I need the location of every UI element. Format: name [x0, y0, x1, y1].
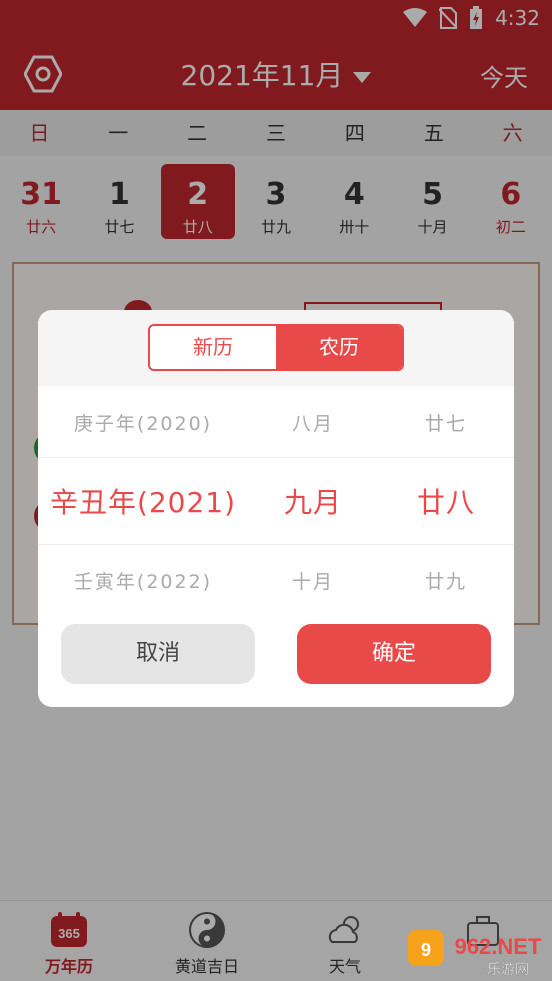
tab-solar[interactable]: 新历: [150, 326, 276, 369]
picker-day: 廿七: [424, 412, 467, 435]
svg-text:9: 9: [421, 940, 431, 960]
picker-day: 廿九: [424, 570, 467, 593]
picker-row-prev[interactable]: 庚子年(2020) 八月 廿七: [38, 396, 514, 448]
picker-year: 辛丑年(2021): [49, 486, 237, 519]
picker-month: 九月: [283, 486, 342, 519]
picker-month: 十月: [291, 570, 334, 593]
picker-year: 庚子年(2020): [73, 412, 213, 435]
picker-day: 廿八: [416, 486, 475, 519]
date-picker-wheel[interactable]: 庚子年(2020) 八月 廿七 辛丑年(2021) 九月 廿八 壬寅年(2022…: [38, 386, 514, 616]
site-watermark: 9 962.NET 乐游网: [408, 928, 548, 978]
calendar-type-bar: 新历 农历: [38, 310, 514, 386]
picker-month: 八月: [291, 412, 334, 435]
confirm-button[interactable]: 确定: [297, 624, 491, 684]
tab-lunar[interactable]: 农历: [276, 326, 402, 369]
calendar-type-toggle: 新历 农历: [148, 324, 404, 371]
picker-row-selected[interactable]: 辛丑年(2021) 九月 廿八: [38, 457, 514, 545]
watermark-text: 962.NET: [455, 934, 542, 959]
cancel-button[interactable]: 取消: [61, 624, 255, 684]
watermark-subtext: 乐游网: [487, 962, 529, 978]
picker-year: 壬寅年(2022): [73, 570, 213, 593]
picker-row-next[interactable]: 壬寅年(2022) 十月 廿九: [38, 554, 514, 606]
date-picker-dialog: 新历 农历 庚子年(2020) 八月 廿七 辛丑年(2021) 九月 廿八 壬寅…: [38, 310, 514, 707]
